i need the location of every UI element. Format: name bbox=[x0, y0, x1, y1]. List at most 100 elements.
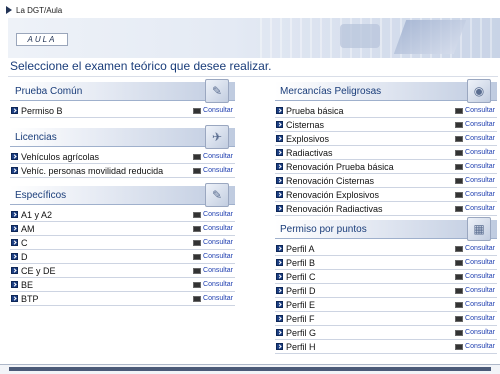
exam-name[interactable]: Renovación Prueba básica bbox=[286, 162, 455, 172]
section-header: Licencias ✈ bbox=[10, 125, 235, 149]
consultar-link[interactable]: Consultar bbox=[193, 295, 233, 302]
exam-list: Permiso B Consultar bbox=[10, 104, 235, 118]
checkbox-bullet-icon[interactable] bbox=[276, 163, 283, 170]
consultar-link[interactable]: Consultar bbox=[193, 267, 233, 274]
consultar-link[interactable]: Consultar bbox=[193, 253, 233, 260]
consultar-link[interactable]: Consultar bbox=[455, 315, 495, 322]
exam-row: C Consultar bbox=[10, 236, 235, 250]
consultar-link[interactable]: Consultar bbox=[455, 163, 495, 170]
checkbox-bullet-icon[interactable] bbox=[276, 273, 283, 280]
checkbox-bullet-icon[interactable] bbox=[11, 167, 18, 174]
consultar-link[interactable]: Consultar bbox=[455, 191, 495, 198]
checkbox-bullet-icon[interactable] bbox=[276, 245, 283, 252]
checkbox-bullet-icon[interactable] bbox=[276, 149, 283, 156]
checkbox-bullet-icon[interactable] bbox=[276, 259, 283, 266]
checkbox-bullet-icon[interactable] bbox=[276, 287, 283, 294]
exam-name[interactable]: BTP bbox=[21, 294, 193, 304]
consultar-link[interactable]: Consultar bbox=[455, 287, 495, 294]
consultar-link[interactable]: Consultar bbox=[193, 225, 233, 232]
checkbox-bullet-icon[interactable] bbox=[11, 211, 18, 218]
exam-name[interactable]: CE y DE bbox=[21, 266, 193, 276]
checkbox-bullet-icon[interactable] bbox=[276, 315, 283, 322]
consultar-link[interactable]: Consultar bbox=[193, 107, 233, 114]
checkbox-bullet-icon[interactable] bbox=[276, 121, 283, 128]
consultar-link[interactable]: Consultar bbox=[455, 343, 495, 350]
consultar-link[interactable]: Consultar bbox=[455, 245, 495, 252]
consultar-label: Consultar bbox=[465, 343, 495, 350]
consultar-link[interactable]: Consultar bbox=[455, 107, 495, 114]
consultar-label: Consultar bbox=[465, 259, 495, 266]
consultar-link[interactable]: Consultar bbox=[455, 135, 495, 142]
checkbox-bullet-icon[interactable] bbox=[11, 295, 18, 302]
checkbox-bullet-icon[interactable] bbox=[11, 281, 18, 288]
exam-row: Perfil C Consultar bbox=[275, 270, 497, 284]
section-prueba-comun: Prueba Común ✎ Permiso B Consultar bbox=[10, 79, 235, 118]
exam-name[interactable]: Perfil C bbox=[286, 272, 455, 282]
consultar-link[interactable]: Consultar bbox=[193, 239, 233, 246]
exam-name[interactable]: Perfil E bbox=[286, 300, 455, 310]
exam-name[interactable]: Renovación Explosivos bbox=[286, 190, 455, 200]
checkbox-bullet-icon[interactable] bbox=[276, 343, 283, 350]
exam-name[interactable]: Perfil F bbox=[286, 314, 455, 324]
exam-row: Vehíc. personas movilidad reducida Consul… bbox=[10, 164, 235, 178]
consultar-link[interactable]: Consultar bbox=[455, 301, 495, 308]
exam-name[interactable]: Permiso B bbox=[21, 106, 193, 116]
section-title: Prueba Común bbox=[15, 85, 83, 97]
checkbox-bullet-icon[interactable] bbox=[11, 153, 18, 160]
exam-name[interactable]: Explosivos bbox=[286, 134, 455, 144]
computer-icon bbox=[193, 211, 202, 218]
exam-name[interactable]: Prueba básica bbox=[286, 106, 455, 116]
exam-name[interactable]: Perfil B bbox=[286, 258, 455, 268]
computer-icon bbox=[193, 167, 202, 174]
checkbox-bullet-icon[interactable] bbox=[276, 191, 283, 198]
checkbox-bullet-icon[interactable] bbox=[276, 205, 283, 212]
exam-name[interactable]: Perfil G bbox=[286, 328, 455, 338]
checkbox-bullet-icon[interactable] bbox=[276, 177, 283, 184]
exam-name[interactable]: Vehículos agrícolas bbox=[21, 152, 193, 162]
consultar-link[interactable]: Consultar bbox=[193, 167, 233, 174]
exam-name[interactable]: C bbox=[21, 238, 193, 248]
pen-paper-icon: ✎ bbox=[205, 79, 229, 103]
consultar-link[interactable]: Consultar bbox=[455, 149, 495, 156]
consultar-link[interactable]: Consultar bbox=[455, 121, 495, 128]
consultar-link[interactable]: Consultar bbox=[455, 273, 495, 280]
consultar-label: Consultar bbox=[465, 245, 495, 252]
consultar-link[interactable]: Consultar bbox=[455, 259, 495, 266]
checkbox-bullet-icon[interactable] bbox=[276, 301, 283, 308]
exam-row: Renovación Explosivos Consultar bbox=[275, 188, 497, 202]
exam-name[interactable]: Renovación Cisternas bbox=[286, 176, 455, 186]
consultar-link[interactable]: Consultar bbox=[193, 153, 233, 160]
section-header: Específicos ✎ bbox=[10, 183, 235, 207]
exam-name[interactable]: Cisternas bbox=[286, 120, 455, 130]
checkbox-bullet-icon[interactable] bbox=[276, 329, 283, 336]
consultar-link[interactable]: Consultar bbox=[455, 205, 495, 212]
exam-name[interactable]: AM bbox=[21, 224, 193, 234]
consultar-link[interactable]: Consultar bbox=[455, 329, 495, 336]
checkbox-bullet-icon[interactable] bbox=[11, 107, 18, 114]
exam-name[interactable]: Perfil H bbox=[286, 342, 455, 352]
breadcrumb-link[interactable]: La DGT/Aula bbox=[16, 6, 62, 15]
scrollbar-thumb[interactable] bbox=[9, 367, 491, 371]
exam-name[interactable]: D bbox=[21, 252, 193, 262]
exam-row: Radiactivas Consultar bbox=[275, 146, 497, 160]
exam-name[interactable]: Renovación Radiactivas bbox=[286, 204, 455, 214]
exam-name[interactable]: Radiactivas bbox=[286, 148, 455, 158]
checkbox-bullet-icon[interactable] bbox=[276, 107, 283, 114]
exam-name[interactable]: Perfil D bbox=[286, 286, 455, 296]
checkbox-bullet-icon[interactable] bbox=[11, 239, 18, 246]
exam-row: Perfil H Consultar bbox=[275, 340, 497, 354]
checkbox-bullet-icon[interactable] bbox=[11, 225, 18, 232]
consultar-link[interactable]: Consultar bbox=[193, 281, 233, 288]
exam-row: Explosivos Consultar bbox=[275, 132, 497, 146]
checkbox-bullet-icon[interactable] bbox=[276, 135, 283, 142]
exam-row: Perfil G Consultar bbox=[275, 326, 497, 340]
consultar-label: Consultar bbox=[203, 295, 233, 302]
exam-name[interactable]: A1 y A2 bbox=[21, 210, 193, 220]
checkbox-bullet-icon[interactable] bbox=[11, 253, 18, 260]
exam-name[interactable]: Vehíc. personas movilidad reducida bbox=[21, 166, 193, 176]
exam-name[interactable]: BE bbox=[21, 280, 193, 290]
consultar-link[interactable]: Consultar bbox=[455, 177, 495, 184]
consultar-link[interactable]: Consultar bbox=[193, 211, 233, 218]
exam-name[interactable]: Perfil A bbox=[286, 244, 455, 254]
checkbox-bullet-icon[interactable] bbox=[11, 267, 18, 274]
